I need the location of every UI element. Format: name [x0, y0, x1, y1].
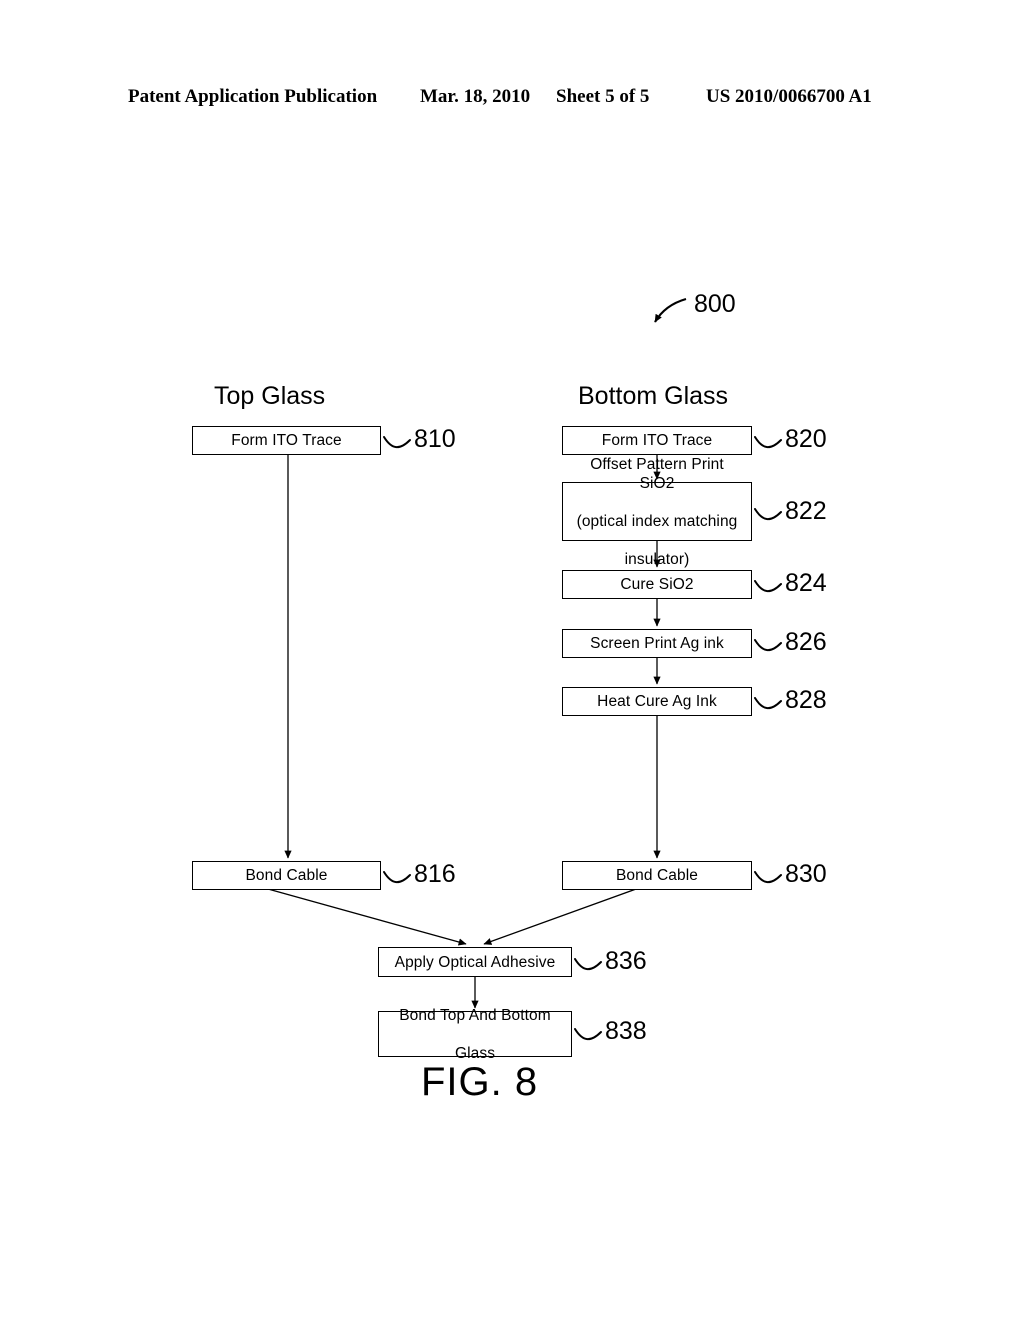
node-838-line-1: Bond Top And Bottom: [399, 1006, 551, 1024]
node-822-line-3: insulator): [624, 550, 690, 568]
ref-number-826: 826: [785, 628, 827, 656]
ref-number-836: 836: [605, 947, 647, 975]
node-830-label: Bond Cable: [615, 867, 698, 884]
ref-number-810: 810: [414, 425, 456, 453]
node-820-label: Form ITO Trace: [601, 432, 713, 449]
node-816-bond-cable[interactable]: Bond Cable: [192, 861, 381, 890]
node-816-label: Bond Cable: [245, 867, 328, 884]
node-838-bond-top-and-bottom-glass[interactable]: Bond Top And Bottom Glass: [378, 1007, 572, 1062]
leader-line-828: [754, 697, 782, 710]
node-824-label: Cure SiO2: [620, 576, 694, 593]
leader-line-816: [383, 871, 411, 884]
column-title-top-glass: Top Glass: [214, 382, 326, 410]
ref-number-824: 824: [785, 569, 827, 597]
leader-line-826: [754, 639, 782, 652]
node-822-line-2: (optical index matching: [576, 512, 738, 530]
node-838-label: Bond Top And Bottom Glass: [391, 1006, 559, 1063]
leader-line-830: [754, 871, 782, 884]
ref-number-820: 820: [785, 425, 827, 453]
ref-number-816: 816: [414, 860, 456, 888]
figure-8-flowchart: 800 Top Glass Bottom Glass Form ITO Trac…: [0, 0, 1024, 1320]
node-826-label: Screen Print Ag ink: [590, 635, 724, 652]
node-822-label: Offset Pattern Print SiO2 (optical index…: [563, 455, 751, 569]
connector-816-to-836: [267, 888, 467, 946]
node-824-cure-sio2[interactable]: Cure SiO2: [562, 570, 752, 599]
leader-line-810: [383, 436, 411, 449]
figure-ref-arrow-800: [654, 297, 687, 323]
node-828-heat-cure-ag-ink[interactable]: Heat Cure Ag Ink: [562, 687, 752, 716]
leader-line-824: [754, 580, 782, 593]
flowchart-connectors: [267, 297, 782, 1041]
node-822-line-1: Offset Pattern Print SiO2: [590, 455, 724, 492]
figure-ref-800: 800: [694, 290, 736, 318]
leader-line-820: [754, 436, 782, 449]
connector-830-to-836: [483, 888, 637, 945]
node-836-apply-optical-adhesive[interactable]: Apply Optical Adhesive: [378, 947, 572, 977]
node-810-label: Form ITO Trace: [231, 432, 342, 449]
ref-number-822: 822: [785, 497, 827, 525]
figure-caption: FIG. 8: [421, 1060, 539, 1104]
leader-line-822: [754, 508, 782, 521]
node-830-bond-cable[interactable]: Bond Cable: [562, 861, 752, 890]
node-828-label: Heat Cure Ag Ink: [597, 693, 717, 710]
leader-line-836: [574, 958, 602, 971]
column-title-bottom-glass: Bottom Glass: [578, 382, 729, 410]
node-820-form-ito-trace[interactable]: Form ITO Trace: [562, 426, 752, 455]
ref-number-828: 828: [785, 686, 827, 714]
ref-number-838: 838: [605, 1017, 647, 1045]
node-822-offset-pattern-print-sio2[interactable]: Offset Pattern Print SiO2 (optical index…: [562, 456, 752, 568]
node-836-label: Apply Optical Adhesive: [394, 953, 556, 971]
node-810-form-ito-trace[interactable]: Form ITO Trace: [192, 426, 381, 455]
node-826-screen-print-ag-ink[interactable]: Screen Print Ag ink: [562, 629, 752, 658]
ref-number-830: 830: [785, 860, 827, 888]
leader-line-838: [574, 1028, 602, 1041]
